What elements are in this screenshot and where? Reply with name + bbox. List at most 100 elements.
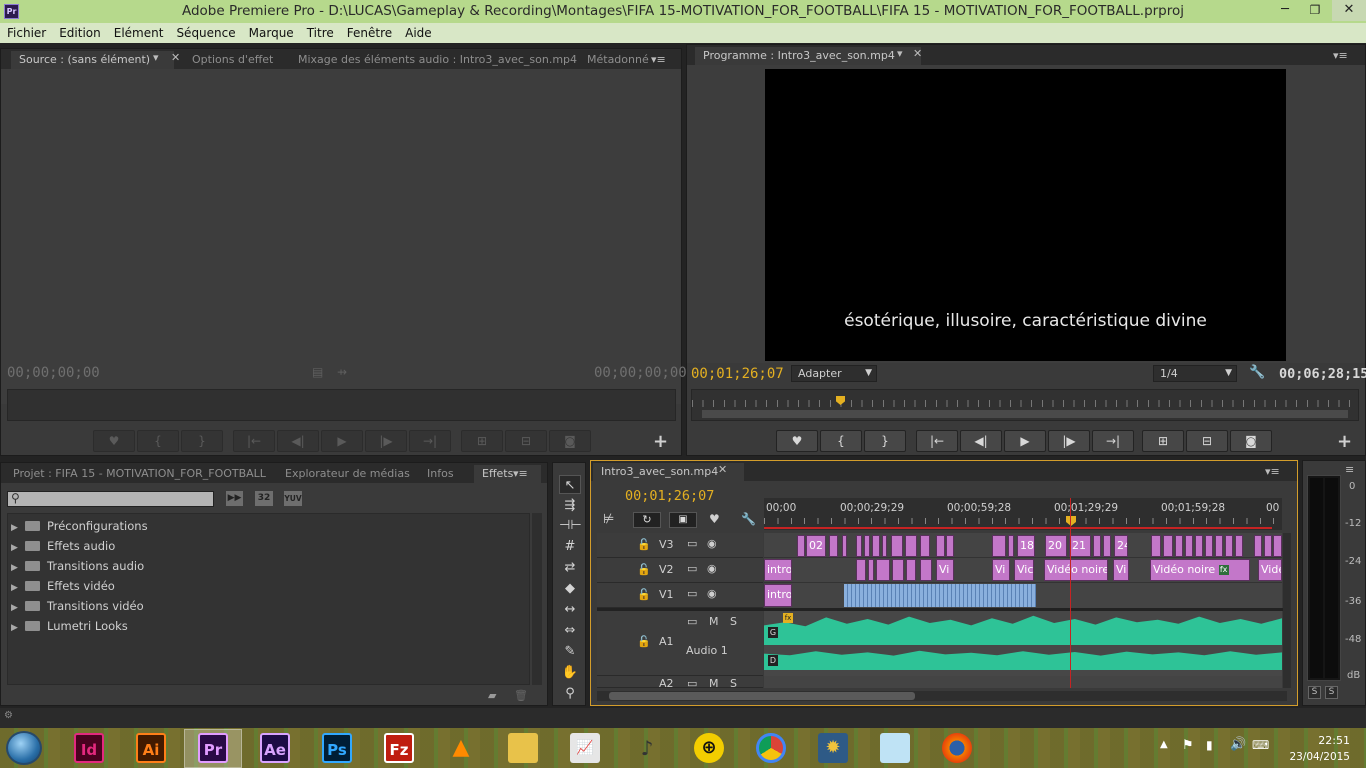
after-effects-icon[interactable]: Ae	[260, 733, 290, 763]
new-bin-icon[interactable]: ▰	[488, 689, 496, 702]
export-frame-button[interactable]: ◙	[549, 430, 591, 452]
extract-button[interactable]: ⊟	[1186, 430, 1228, 452]
menu-titre[interactable]: Titre	[300, 23, 340, 40]
v3-clip[interactable]	[1008, 535, 1014, 557]
menu-fichier[interactable]: Fichier	[0, 23, 52, 40]
program-video-frame[interactable]: ésotérique, illusoire, caractéristique d…	[765, 69, 1286, 361]
32bit-effects-icon[interactable]: 32	[255, 491, 273, 506]
rate-stretch-tool-icon[interactable]: ⇄	[559, 558, 581, 577]
v3-clip[interactable]: 21	[1069, 535, 1091, 557]
folder-app-icon[interactable]	[880, 733, 910, 763]
v3-clip[interactable]	[1205, 535, 1213, 557]
v3-clip[interactable]	[920, 535, 930, 557]
keyboard-icon[interactable]: ⌨	[1252, 738, 1269, 752]
add-marker-button[interactable]: ♥	[776, 430, 818, 452]
v3-clip[interactable]	[1273, 535, 1282, 557]
v3-clip[interactable]	[905, 535, 917, 557]
mute-button[interactable]: M	[709, 677, 719, 687]
accelerated-effects-icon[interactable]: ▶▶	[226, 491, 243, 506]
v3-clip[interactable]	[864, 535, 870, 557]
source-scrubber[interactable]	[7, 389, 676, 421]
tab-media-browser[interactable]: Explorateur de médias	[277, 465, 418, 483]
v2-clip[interactable]: Vi	[1113, 559, 1129, 581]
menu-element[interactable]: Elément	[107, 23, 170, 40]
time-ruler[interactable]: 00;00 00;00;29;29 00;00;59;28 00;01;29;2…	[764, 498, 1282, 530]
video-tracks-area[interactable]: 02 18 20 21 24 intro	[764, 533, 1282, 608]
tree-item-video-effects[interactable]: ▶ Effets vidéo	[11, 577, 115, 595]
v2-clip[interactable]	[868, 559, 874, 581]
play-button[interactable]: ▶	[321, 430, 363, 452]
v3-clip[interactable]: 20	[1045, 535, 1067, 557]
tree-item-audio-effects[interactable]: ▶ Effets audio	[11, 537, 115, 555]
tree-item-lumetri-looks[interactable]: ▶ Lumetri Looks	[11, 617, 128, 635]
panel-menu-icon[interactable]: ▾≡	[651, 53, 666, 66]
close-tab-icon[interactable]: ✕	[171, 51, 180, 64]
v3-clip[interactable]	[936, 535, 945, 557]
program-playhead-timecode[interactable]: 00;01;26;07	[691, 366, 784, 382]
v3-clip[interactable]: 02	[806, 535, 826, 557]
eye-icon[interactable]: ◉	[707, 537, 717, 550]
clock-date[interactable]: 23/04/2015	[1280, 751, 1350, 763]
lock-icon[interactable]: 🔓	[637, 635, 651, 648]
go-to-in-button[interactable]: |←	[916, 430, 958, 452]
vertical-scrollbar[interactable]	[1283, 533, 1291, 688]
close-tab-icon[interactable]: ✕	[718, 463, 727, 476]
film-icon[interactable]: ▭	[687, 537, 697, 550]
add-marker-button[interactable]: ♥	[93, 430, 135, 452]
mark-out-button[interactable]: }	[181, 430, 223, 452]
sync-icon[interactable]: ▭	[687, 615, 697, 628]
step-forward-button[interactable]: |▶	[1048, 430, 1090, 452]
film-icon[interactable]: ▭	[687, 562, 697, 575]
expand-arrow-icon[interactable]: ▶	[11, 619, 21, 637]
tree-item-audio-transitions[interactable]: ▶ Transitions audio	[11, 557, 144, 575]
slide-tool-icon[interactable]: ⇔	[559, 621, 581, 640]
solo-button[interactable]: S	[730, 677, 737, 687]
slip-tool-icon[interactable]: ↔	[559, 600, 581, 619]
music-icon[interactable]: ♪	[632, 733, 662, 763]
go-to-out-button[interactable]: →|	[409, 430, 451, 452]
v3-clip[interactable]	[1093, 535, 1101, 557]
eye-icon[interactable]: ◉	[707, 562, 717, 575]
drag-video-icon[interactable]: ▤	[312, 365, 323, 379]
v3-clip[interactable]	[1151, 535, 1161, 557]
v3-clip[interactable]	[1103, 535, 1111, 557]
audio-clip-right[interactable]: D	[764, 648, 1282, 670]
mark-in-button[interactable]: {	[820, 430, 862, 452]
lock-icon[interactable]: 🔓	[637, 563, 651, 576]
start-button[interactable]	[6, 731, 42, 765]
add-button-icon[interactable]: +	[1337, 431, 1352, 452]
tree-item-video-transitions[interactable]: ▶ Transitions vidéo	[11, 597, 144, 615]
marker-icon[interactable]: ♥	[709, 512, 720, 526]
v3-clip[interactable]	[891, 535, 903, 557]
fit-dropdown[interactable]: Adapter ▼	[791, 365, 877, 382]
resolution-dropdown[interactable]: 1/4 ▼	[1153, 365, 1237, 382]
yuv-effects-icon[interactable]: YUV	[284, 491, 302, 506]
mark-in-button[interactable]: {	[137, 430, 179, 452]
expand-arrow-icon[interactable]: ▶	[11, 559, 21, 577]
pen-tool-icon[interactable]: ✎	[559, 642, 581, 661]
v3-clip[interactable]	[842, 535, 847, 557]
v3-clip[interactable]	[992, 535, 1006, 557]
eye-icon[interactable]: ◉	[707, 587, 717, 600]
v3-clip[interactable]	[856, 535, 862, 557]
solo-right-button[interactable]: S	[1325, 686, 1338, 699]
sync-icon[interactable]: ▭	[687, 677, 697, 687]
firefox-icon[interactable]	[942, 733, 972, 763]
chevron-down-icon[interactable]: ▾	[897, 47, 903, 60]
step-forward-button[interactable]: |▶	[365, 430, 407, 452]
globe-app-icon[interactable]: ⊕	[694, 733, 724, 763]
v1-clip-group[interactable]	[844, 584, 1036, 607]
lift-button[interactable]: ⊞	[1142, 430, 1184, 452]
trash-icon[interactable]: 🗑	[514, 689, 528, 702]
horizontal-scrollbar[interactable]	[597, 691, 1287, 701]
audio-track-a1[interactable]: G fx D	[764, 611, 1282, 676]
v3-clip[interactable]: 18	[1017, 535, 1035, 557]
v2-clip[interactable]: Vic	[1014, 559, 1034, 581]
v3-clip[interactable]	[1195, 535, 1203, 557]
v1-clip[interactable]: intro	[764, 584, 792, 607]
tab-effects[interactable]: Effets	[474, 465, 542, 483]
effects-search-input[interactable]: ⚲	[7, 491, 214, 507]
v3-clip[interactable]	[872, 535, 880, 557]
wrench-icon[interactable]: 🔧	[741, 512, 756, 526]
v3-clip[interactable]	[1225, 535, 1233, 557]
